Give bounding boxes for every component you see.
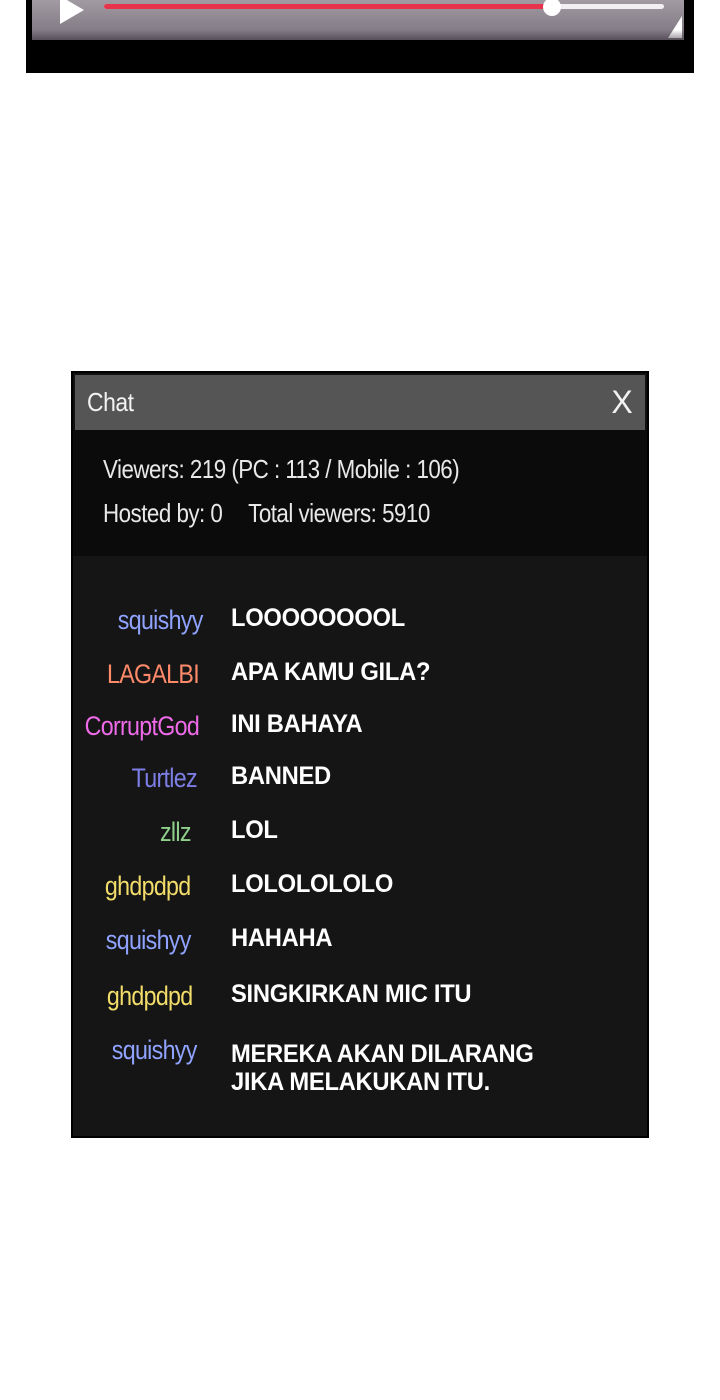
chat-username[interactable]: CorruptGod bbox=[85, 706, 200, 746]
video-frame bbox=[32, 0, 684, 40]
chat-header: Chat X bbox=[75, 375, 645, 430]
host-stats-line: Hosted by: 0 Total viewers: 5910 bbox=[103, 498, 430, 529]
chat-username[interactable]: ghdpdpd bbox=[107, 976, 193, 1016]
chat-username[interactable]: squishyy bbox=[118, 600, 204, 640]
chat-message: Turtlez BANNED bbox=[73, 758, 647, 804]
chat-username[interactable]: squishyy bbox=[106, 920, 192, 960]
seek-bar-progress bbox=[104, 4, 552, 9]
viewers-count: Viewers: 219 (PC : 113 / Mobile : 106) bbox=[103, 454, 460, 484]
seek-thumb[interactable] bbox=[543, 0, 561, 16]
hosted-by: Hosted by: 0 bbox=[103, 498, 223, 528]
corner-mark bbox=[668, 16, 682, 38]
chat-username[interactable]: Turtlez bbox=[132, 758, 198, 798]
chat-username[interactable]: ghdpdpd bbox=[105, 866, 191, 906]
chat-username[interactable]: squishyy bbox=[112, 1030, 198, 1070]
chat-message-text: APA KAMU GILA? bbox=[231, 658, 431, 686]
chat-username[interactable]: LAGALBI bbox=[107, 654, 200, 694]
chat-message: ghdpdpd LOLOLOLOLO bbox=[73, 866, 647, 912]
play-button[interactable] bbox=[54, 0, 90, 26]
close-button[interactable]: X bbox=[605, 381, 639, 423]
chat-title: Chat bbox=[87, 387, 134, 417]
chat-message-text: SINGKIRKAN MIC ITU bbox=[231, 980, 472, 1008]
chat-message: ghdpdpd SINGKIRKAN MIC ITU bbox=[73, 976, 647, 1022]
chat-window: Chat X Viewers: 219 (PC : 113 / Mobile :… bbox=[71, 371, 649, 1138]
chat-message: squishyy LOOOOOOOOL bbox=[73, 600, 647, 646]
chat-message: LAGALBI APA KAMU GILA? bbox=[73, 654, 647, 700]
chat-messages: squishyy LOOOOOOOOL LAGALBI APA KAMU GIL… bbox=[73, 556, 647, 1136]
total-viewers: Total viewers: 5910 bbox=[248, 498, 430, 528]
chat-message-text: MEREKA AKAN DILARANG JIKA MELAKUKAN ITU. bbox=[231, 1040, 534, 1096]
seek-bar[interactable] bbox=[104, 0, 664, 16]
chat-message: zllz LOL bbox=[73, 812, 647, 858]
chat-message-text: LOL bbox=[231, 816, 278, 844]
chat-message-text: LOOOOOOOOL bbox=[231, 604, 405, 632]
chat-message-text: BANNED bbox=[231, 762, 331, 790]
chat-message-text: HAHAHA bbox=[231, 924, 333, 952]
chat-message: CorruptGod INI BAHAYA bbox=[73, 706, 647, 752]
page: Chat X Viewers: 219 (PC : 113 / Mobile :… bbox=[0, 0, 720, 1400]
chat-message-text: LOLOLOLOLO bbox=[231, 870, 394, 898]
viewer-stats: Viewers: 219 (PC : 113 / Mobile : 106) H… bbox=[73, 430, 647, 556]
chat-message: squishyy MEREKA AKAN DILARANG JIKA MELAK… bbox=[73, 1030, 647, 1096]
chat-message: squishyy HAHAHA bbox=[73, 920, 647, 966]
video-player bbox=[26, 0, 694, 73]
play-icon bbox=[60, 0, 84, 24]
chat-message-text: INI BAHAYA bbox=[231, 710, 363, 738]
chat-username[interactable]: zllz bbox=[160, 812, 191, 852]
